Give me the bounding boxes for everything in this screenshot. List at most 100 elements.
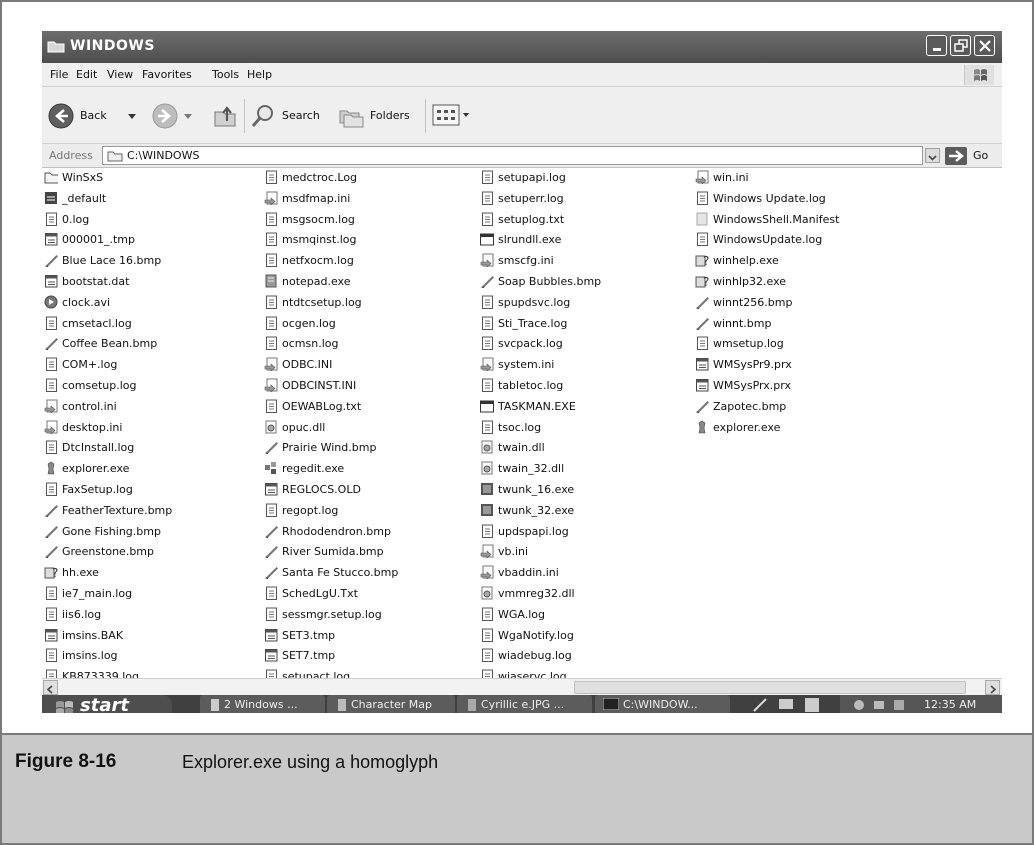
file-name: 0.log — [62, 212, 90, 226]
minimize-icon — [933, 48, 941, 51]
back-label: Back — [80, 109, 107, 122]
search-button[interactable]: Search — [250, 101, 332, 131]
file-name: WMSysPrx.prx — [713, 379, 791, 392]
generic-file-icon — [265, 483, 278, 496]
taskbar-task[interactable]: Cyrillic e.JPG ... — [457, 695, 592, 713]
scroll-left-button[interactable] — [43, 680, 58, 695]
text-file-icon — [266, 607, 277, 621]
up-folder-icon[interactable] — [212, 103, 238, 129]
file-name: twain_32.dll — [498, 462, 565, 476]
file-name: smscfg.ini — [498, 254, 554, 268]
image-file-icon — [265, 442, 278, 455]
file-name: REGLOCS.OLD — [282, 483, 361, 496]
close-button[interactable] — [974, 35, 995, 56]
display-icon[interactable] — [778, 697, 794, 713]
file-name: TASKMAN.EXE — [498, 399, 576, 413]
menu-favorites[interactable]: Favorites — [142, 68, 192, 81]
help-icon[interactable] — [804, 697, 820, 713]
views-button[interactable] — [432, 104, 472, 128]
forward-button[interactable] — [152, 101, 196, 131]
go-label[interactable]: Go — [973, 149, 988, 162]
file-name: win.ini — [713, 171, 749, 184]
file-name: clock.avi — [62, 295, 111, 309]
regedit-icon — [265, 462, 276, 475]
minimize-button[interactable] — [926, 35, 947, 56]
scroll-right-button[interactable] — [985, 680, 1000, 695]
taskbar-task-label: Cyrillic e.JPG ... — [481, 698, 565, 711]
file-name: Gone Fishing.bmp — [62, 524, 161, 538]
address-field[interactable]: C:\WINDOWS — [102, 146, 923, 165]
close-icon — [979, 40, 991, 52]
go-button[interactable] — [945, 147, 967, 165]
taskbar-task-label: C:\WINDOW... — [623, 698, 698, 711]
file-name: setuplog.txt — [498, 212, 565, 226]
back-arrow-icon — [48, 103, 74, 129]
folder-icon — [107, 151, 123, 162]
file-name: tsoc.log — [498, 420, 542, 434]
file-name: vbaddin.ini — [498, 566, 559, 580]
window-title: WINDOWS — [70, 38, 155, 54]
text-file-icon — [46, 212, 57, 226]
image-file-icon — [696, 296, 709, 309]
generic-file-icon — [696, 379, 709, 392]
pen-tool-icon[interactable] — [752, 697, 768, 713]
text-file-icon — [266, 399, 277, 413]
file-name: winnt.bmp — [713, 316, 772, 330]
address-dropdown-button[interactable] — [925, 148, 940, 163]
notepad-icon — [265, 274, 277, 288]
file-name: DtcInstall.log — [62, 441, 135, 455]
folders-button[interactable]: Folders — [338, 101, 422, 131]
exe-file-icon — [47, 461, 55, 475]
file-name: Sti_Trace.log — [498, 316, 568, 330]
menu-edit[interactable]: Edit — [76, 68, 97, 81]
file-name: twunk_32.exe — [498, 503, 575, 517]
file-name: medctroc.Log — [282, 171, 358, 184]
address-bar: Address C:\WINDOWS Go — [42, 144, 1002, 168]
media-file-icon — [44, 295, 58, 309]
network-icon[interactable] — [872, 698, 886, 712]
file-name: WgaNotify.log — [498, 628, 574, 642]
tray-icon[interactable] — [892, 698, 906, 712]
file-name: imsins.BAK — [62, 628, 124, 642]
help-file-icon: ? — [44, 566, 58, 579]
back-button[interactable]: Back — [48, 101, 160, 131]
taskbar-task[interactable]: Character Map — [327, 695, 455, 713]
text-file-icon — [46, 378, 57, 392]
image-file-icon — [481, 276, 494, 288]
maximize-button[interactable] — [950, 35, 971, 56]
image-file-icon — [696, 317, 709, 330]
window-exe-icon — [480, 233, 494, 246]
taskbar-task[interactable]: 2 Windows ... — [200, 695, 325, 713]
explorer-icon — [211, 699, 219, 711]
file-name: WindowsUpdate.log — [713, 233, 823, 247]
taskbar: start 2 Windows ... Character Map Cyrill… — [42, 695, 1002, 713]
svg-text:?: ? — [52, 566, 58, 579]
settings-file-icon — [45, 191, 57, 204]
file-name: Coffee Bean.bmp — [62, 337, 158, 351]
file-name: comsetup.log — [62, 379, 137, 392]
file-name: explorer.exe — [62, 462, 130, 476]
dll-file-icon — [481, 586, 493, 600]
file-name: hh.exe — [62, 566, 99, 580]
menu-file[interactable]: File — [50, 68, 68, 81]
text-file-icon — [482, 420, 493, 434]
image-file-icon — [265, 525, 278, 538]
title-bar[interactable]: WINDOWS — [42, 31, 1002, 63]
file-name: spupdsvc.log — [498, 295, 571, 309]
forward-arrow-icon — [152, 103, 178, 129]
text-file-icon — [697, 191, 708, 205]
config-file-icon — [264, 378, 278, 392]
taskbar-task[interactable]: C:\WINDOW... — [595, 695, 730, 713]
menu-tools[interactable]: Tools — [212, 68, 239, 81]
file-name: regedit.exe — [282, 462, 345, 476]
start-button[interactable]: start — [42, 695, 172, 713]
tray-icon[interactable] — [852, 698, 866, 712]
text-file-icon — [482, 295, 493, 309]
menu-help[interactable]: Help — [247, 68, 272, 81]
menu-view[interactable]: View — [107, 68, 133, 81]
figure-caption-text: Explorer.exe using a homoglyph — [182, 752, 439, 772]
file-name: updspapi.log — [498, 524, 569, 538]
horizontal-scrollbar[interactable] — [42, 678, 1002, 695]
scroll-thumb[interactable] — [574, 681, 966, 694]
file-name: ODBCINST.INI — [282, 379, 357, 392]
